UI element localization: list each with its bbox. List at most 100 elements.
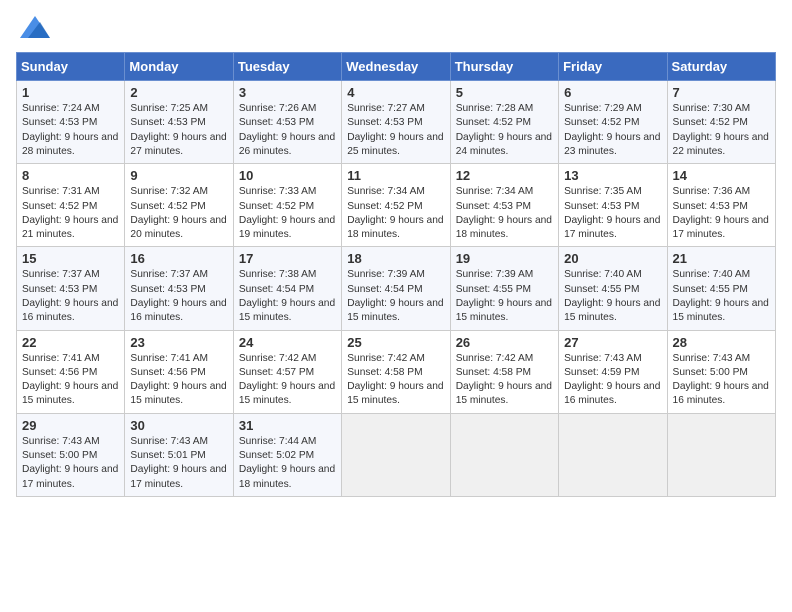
cell-details: Sunrise: 7:27 AMSunset: 4:53 PMDaylight:…	[347, 103, 443, 157]
calendar-cell: 10 Sunrise: 7:33 AMSunset: 4:52 PMDaylig…	[233, 164, 341, 247]
day-number: 9	[130, 168, 227, 183]
calendar-cell: 24 Sunrise: 7:42 AMSunset: 4:57 PMDaylig…	[233, 330, 341, 413]
calendar-cell: 18 Sunrise: 7:39 AMSunset: 4:54 PMDaylig…	[342, 247, 450, 330]
day-number: 20	[564, 251, 661, 266]
day-number: 21	[673, 251, 770, 266]
cell-details: Sunrise: 7:42 AMSunset: 4:57 PMDaylight:…	[239, 353, 335, 407]
day-number: 14	[673, 168, 770, 183]
calendar-cell: 5 Sunrise: 7:28 AMSunset: 4:52 PMDayligh…	[450, 81, 558, 164]
day-number: 28	[673, 335, 770, 350]
week-row-4: 22 Sunrise: 7:41 AMSunset: 4:56 PMDaylig…	[17, 330, 776, 413]
cell-details: Sunrise: 7:36 AMSunset: 4:53 PMDaylight:…	[673, 186, 769, 240]
calendar-cell: 1 Sunrise: 7:24 AMSunset: 4:53 PMDayligh…	[17, 81, 125, 164]
calendar-cell: 9 Sunrise: 7:32 AMSunset: 4:52 PMDayligh…	[125, 164, 233, 247]
cell-details: Sunrise: 7:32 AMSunset: 4:52 PMDaylight:…	[130, 186, 226, 240]
calendar-cell: 25 Sunrise: 7:42 AMSunset: 4:58 PMDaylig…	[342, 330, 450, 413]
cell-details: Sunrise: 7:30 AMSunset: 4:52 PMDaylight:…	[673, 103, 769, 157]
day-number: 24	[239, 335, 336, 350]
header	[16, 16, 776, 44]
day-number: 2	[130, 85, 227, 100]
day-header-wednesday: Wednesday	[342, 53, 450, 81]
cell-details: Sunrise: 7:41 AMSunset: 4:56 PMDaylight:…	[130, 353, 226, 407]
calendar-cell	[342, 413, 450, 496]
calendar-cell: 4 Sunrise: 7:27 AMSunset: 4:53 PMDayligh…	[342, 81, 450, 164]
logo-icon	[20, 16, 50, 38]
day-number: 15	[22, 251, 119, 266]
calendar-cell: 17 Sunrise: 7:38 AMSunset: 4:54 PMDaylig…	[233, 247, 341, 330]
calendar-cell: 26 Sunrise: 7:42 AMSunset: 4:58 PMDaylig…	[450, 330, 558, 413]
day-number: 6	[564, 85, 661, 100]
cell-details: Sunrise: 7:44 AMSunset: 5:02 PMDaylight:…	[239, 436, 335, 490]
day-header-thursday: Thursday	[450, 53, 558, 81]
day-number: 12	[456, 168, 553, 183]
cell-details: Sunrise: 7:29 AMSunset: 4:52 PMDaylight:…	[564, 103, 660, 157]
cell-details: Sunrise: 7:41 AMSunset: 4:56 PMDaylight:…	[22, 353, 118, 407]
day-header-sunday: Sunday	[17, 53, 125, 81]
calendar-cell: 31 Sunrise: 7:44 AMSunset: 5:02 PMDaylig…	[233, 413, 341, 496]
day-header-friday: Friday	[559, 53, 667, 81]
cell-details: Sunrise: 7:40 AMSunset: 4:55 PMDaylight:…	[673, 269, 769, 323]
cell-details: Sunrise: 7:37 AMSunset: 4:53 PMDaylight:…	[130, 269, 226, 323]
cell-details: Sunrise: 7:37 AMSunset: 4:53 PMDaylight:…	[22, 269, 118, 323]
calendar-table: SundayMondayTuesdayWednesdayThursdayFrid…	[16, 52, 776, 497]
calendar-cell: 13 Sunrise: 7:35 AMSunset: 4:53 PMDaylig…	[559, 164, 667, 247]
day-number: 26	[456, 335, 553, 350]
calendar-cell: 30 Sunrise: 7:43 AMSunset: 5:01 PMDaylig…	[125, 413, 233, 496]
cell-details: Sunrise: 7:43 AMSunset: 4:59 PMDaylight:…	[564, 353, 660, 407]
day-header-saturday: Saturday	[667, 53, 775, 81]
day-number: 4	[347, 85, 444, 100]
day-number: 10	[239, 168, 336, 183]
calendar-cell: 19 Sunrise: 7:39 AMSunset: 4:55 PMDaylig…	[450, 247, 558, 330]
day-number: 8	[22, 168, 119, 183]
week-row-2: 8 Sunrise: 7:31 AMSunset: 4:52 PMDayligh…	[17, 164, 776, 247]
calendar-cell: 21 Sunrise: 7:40 AMSunset: 4:55 PMDaylig…	[667, 247, 775, 330]
calendar-cell: 20 Sunrise: 7:40 AMSunset: 4:55 PMDaylig…	[559, 247, 667, 330]
calendar-cell: 22 Sunrise: 7:41 AMSunset: 4:56 PMDaylig…	[17, 330, 125, 413]
cell-details: Sunrise: 7:26 AMSunset: 4:53 PMDaylight:…	[239, 103, 335, 157]
cell-details: Sunrise: 7:35 AMSunset: 4:53 PMDaylight:…	[564, 186, 660, 240]
week-row-5: 29 Sunrise: 7:43 AMSunset: 5:00 PMDaylig…	[17, 413, 776, 496]
day-number: 16	[130, 251, 227, 266]
cell-details: Sunrise: 7:38 AMSunset: 4:54 PMDaylight:…	[239, 269, 335, 323]
cell-details: Sunrise: 7:34 AMSunset: 4:53 PMDaylight:…	[456, 186, 552, 240]
cell-details: Sunrise: 7:43 AMSunset: 5:01 PMDaylight:…	[130, 436, 226, 490]
cell-details: Sunrise: 7:43 AMSunset: 5:00 PMDaylight:…	[22, 436, 118, 490]
calendar-cell: 7 Sunrise: 7:30 AMSunset: 4:52 PMDayligh…	[667, 81, 775, 164]
cell-details: Sunrise: 7:25 AMSunset: 4:53 PMDaylight:…	[130, 103, 226, 157]
day-number: 18	[347, 251, 444, 266]
calendar-cell: 14 Sunrise: 7:36 AMSunset: 4:53 PMDaylig…	[667, 164, 775, 247]
cell-details: Sunrise: 7:34 AMSunset: 4:52 PMDaylight:…	[347, 186, 443, 240]
calendar-cell: 29 Sunrise: 7:43 AMSunset: 5:00 PMDaylig…	[17, 413, 125, 496]
cell-details: Sunrise: 7:42 AMSunset: 4:58 PMDaylight:…	[347, 353, 443, 407]
day-number: 19	[456, 251, 553, 266]
cell-details: Sunrise: 7:31 AMSunset: 4:52 PMDaylight:…	[22, 186, 118, 240]
day-number: 23	[130, 335, 227, 350]
cell-details: Sunrise: 7:28 AMSunset: 4:52 PMDaylight:…	[456, 103, 552, 157]
week-row-1: 1 Sunrise: 7:24 AMSunset: 4:53 PMDayligh…	[17, 81, 776, 164]
cell-details: Sunrise: 7:42 AMSunset: 4:58 PMDaylight:…	[456, 353, 552, 407]
day-number: 31	[239, 418, 336, 433]
day-number: 11	[347, 168, 444, 183]
day-number: 17	[239, 251, 336, 266]
day-number: 7	[673, 85, 770, 100]
cell-details: Sunrise: 7:39 AMSunset: 4:54 PMDaylight:…	[347, 269, 443, 323]
calendar-cell	[450, 413, 558, 496]
day-number: 30	[130, 418, 227, 433]
cell-details: Sunrise: 7:33 AMSunset: 4:52 PMDaylight:…	[239, 186, 335, 240]
calendar-cell: 15 Sunrise: 7:37 AMSunset: 4:53 PMDaylig…	[17, 247, 125, 330]
calendar-cell: 8 Sunrise: 7:31 AMSunset: 4:52 PMDayligh…	[17, 164, 125, 247]
cell-details: Sunrise: 7:40 AMSunset: 4:55 PMDaylight:…	[564, 269, 660, 323]
week-row-3: 15 Sunrise: 7:37 AMSunset: 4:53 PMDaylig…	[17, 247, 776, 330]
calendar-cell	[559, 413, 667, 496]
day-number: 22	[22, 335, 119, 350]
day-number: 5	[456, 85, 553, 100]
calendar-cell	[667, 413, 775, 496]
day-header-monday: Monday	[125, 53, 233, 81]
calendar-cell: 27 Sunrise: 7:43 AMSunset: 4:59 PMDaylig…	[559, 330, 667, 413]
calendar-header: SundayMondayTuesdayWednesdayThursdayFrid…	[17, 53, 776, 81]
cell-details: Sunrise: 7:43 AMSunset: 5:00 PMDaylight:…	[673, 353, 769, 407]
calendar-cell: 23 Sunrise: 7:41 AMSunset: 4:56 PMDaylig…	[125, 330, 233, 413]
day-number: 25	[347, 335, 444, 350]
calendar-cell: 11 Sunrise: 7:34 AMSunset: 4:52 PMDaylig…	[342, 164, 450, 247]
calendar-cell: 6 Sunrise: 7:29 AMSunset: 4:52 PMDayligh…	[559, 81, 667, 164]
